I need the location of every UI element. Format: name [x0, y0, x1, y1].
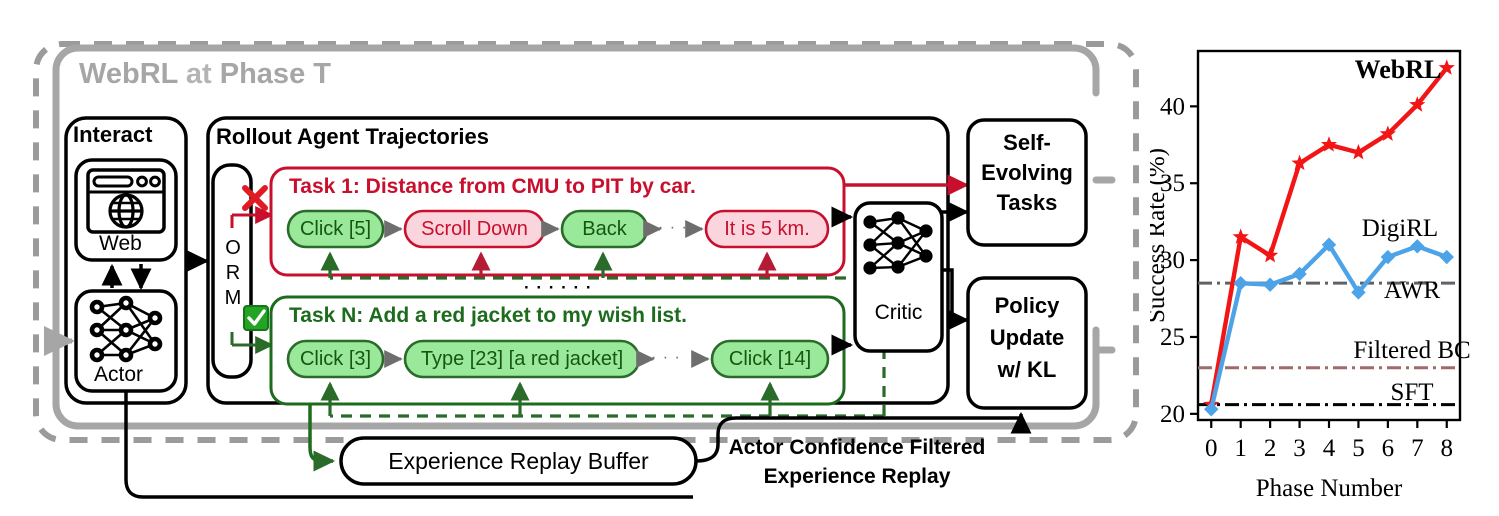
y-tick-label: 20 — [1160, 401, 1185, 428]
task-fail-step-3[interactable] — [704, 209, 830, 249]
task-fail-step-1[interactable] — [403, 209, 546, 249]
task-fail-step-0[interactable] — [286, 209, 385, 249]
success-rate-chart: 20 25 30 35 40 0 1 2 3 4 5 6 7 8 Phase Number Success R… — [1150, 0, 1499, 516]
series-annotation-webrl: WebRL — [1355, 55, 1442, 84]
x-tick-label: 6 — [1382, 435, 1395, 462]
x-tick-label: 4 — [1323, 435, 1336, 462]
y-tick-label: 25 — [1160, 324, 1185, 351]
policy-update-box[interactable] — [966, 276, 1088, 410]
x-tick-label: 8 — [1441, 435, 1454, 462]
check-icon — [243, 305, 269, 331]
chart-svg: 20253035400 1 2 3 4 5 6 7 8Phase NumberSuccess R… — [1150, 49, 1471, 502]
y-axis-label: Success Rate (%) — [1150, 148, 1170, 323]
x-tick-label: 1 — [1234, 435, 1247, 462]
figure-root: WebRL at Phase T Interact Web Actor Roll… — [0, 0, 1499, 516]
task-pass-step-2[interactable] — [710, 339, 830, 379]
hline-annotation-sft: SFT — [1390, 379, 1433, 406]
experience-replay-buffer-box[interactable] — [339, 436, 698, 486]
hline-annotation-awr: AWR — [1384, 277, 1441, 304]
x-tick-label: 0 — [1205, 435, 1218, 462]
task-pass-step-1[interactable] — [403, 339, 641, 379]
self-evolving-tasks-box[interactable] — [966, 118, 1088, 247]
task-pass-step-0[interactable] — [286, 339, 385, 379]
x-tick-label: 5 — [1352, 435, 1365, 462]
task-fail-step-2[interactable] — [560, 209, 649, 249]
y-tick-label: 40 — [1160, 93, 1185, 120]
series-annotation-digirl: DigiRL — [1362, 215, 1438, 242]
browser-globe-icon — [86, 168, 166, 234]
x-tick-label: 7 — [1411, 435, 1424, 462]
x-tick-label: 2 — [1264, 435, 1277, 462]
method-diagram — [33, 41, 1139, 499]
x-tick-label: 3 — [1293, 435, 1306, 462]
hline-annotation-filtered-bc: Filtered BC — [1353, 337, 1470, 364]
x-axis-label: Phase Number — [1256, 475, 1403, 502]
